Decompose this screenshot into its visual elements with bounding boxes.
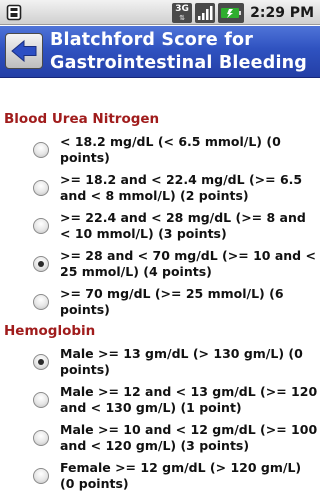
radio-button-selected[interactable] <box>33 354 49 370</box>
network-type: 3G <box>175 3 189 14</box>
back-arrow-icon <box>11 39 37 63</box>
option-label: Male >= 10 and < 12 gm/dL (>= 100 and < … <box>60 422 318 453</box>
page-title: Blatchford Score for Gastrointestinal Bl… <box>50 30 308 73</box>
radio-button[interactable] <box>33 180 49 196</box>
radio-button-selected[interactable] <box>33 256 49 272</box>
status-bar: 3G ⇅ 2:29 PM <box>0 0 320 25</box>
battery-icon <box>218 2 245 23</box>
radio-button[interactable] <box>33 218 49 234</box>
section-heading-hemoglobin: Hemoglobin <box>4 323 96 339</box>
title-bar: Blatchford Score for Gastrointestinal Bl… <box>0 26 320 78</box>
option-label: Female >= 12 gm/dL (> 120 gm/L) (0 point… <box>60 460 302 491</box>
option-label: >= 70 mg/dL (>= 25 mmol/L) (6 points) <box>60 286 284 317</box>
radio-button[interactable] <box>33 430 49 446</box>
signal-icon <box>195 2 216 23</box>
clock: 2:29 PM <box>250 4 314 21</box>
option-label: < 18.2 mg/dL (< 6.5 mmol/L) (0 points) <box>60 134 281 165</box>
option-label: Male >= 12 and < 13 gm/dL (>= 120 and < … <box>60 384 318 415</box>
back-button[interactable] <box>5 33 43 69</box>
radio-button[interactable] <box>33 294 49 310</box>
usb-icon <box>6 4 22 21</box>
option-label: Male >= 13 gm/dL (> 130 gm/L) (0 points) <box>60 346 303 377</box>
option-label: >= 18.2 and < 22.4 mg/dL (>= 6.5 and < 8… <box>60 172 303 203</box>
radio-button[interactable] <box>33 142 49 158</box>
section-heading-bun: Blood Urea Nitrogen <box>4 111 160 127</box>
radio-button[interactable] <box>33 468 49 484</box>
option-label: >= 28 and < 70 mg/dL (>= 10 and < 25 mmo… <box>60 248 316 279</box>
option-label: >= 22.4 and < 28 mg/dL (>= 8 and < 10 mm… <box>60 210 306 241</box>
3g-icon: 3G ⇅ <box>172 2 193 23</box>
radio-button[interactable] <box>33 392 49 408</box>
